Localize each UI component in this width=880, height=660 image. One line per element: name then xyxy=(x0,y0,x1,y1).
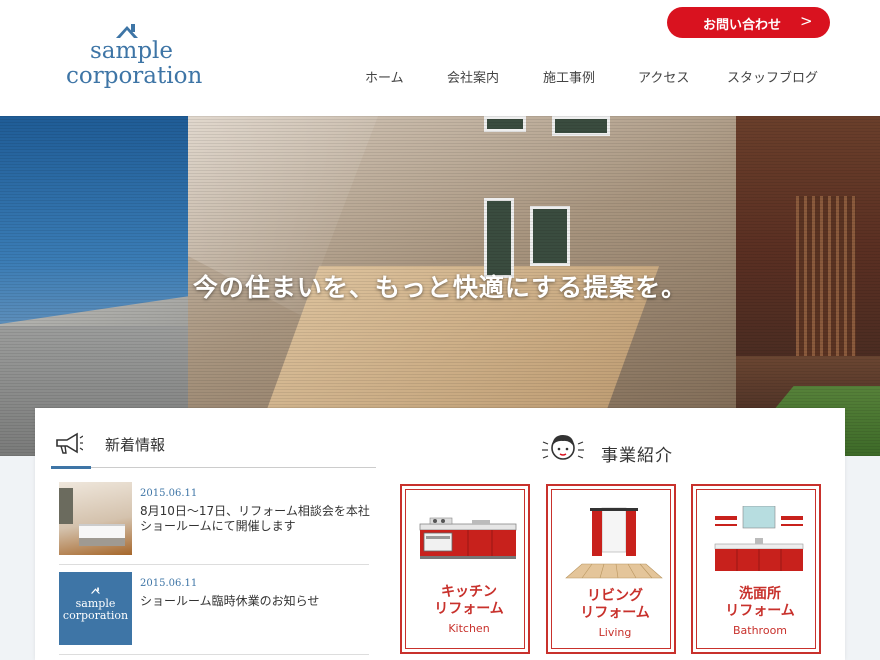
business-card-living[interactable]: リビング リフォーム Living xyxy=(546,484,676,654)
hero-title: 今の住まいを、もっと快適にする提案を。 xyxy=(192,273,688,302)
news-header: 新着情報 xyxy=(51,424,376,469)
business-section-title: 事業紹介 xyxy=(601,446,673,466)
thumbnail-window xyxy=(59,488,73,524)
business-card-bathroom[interactable]: 洗面所 リフォーム Bathroom xyxy=(691,484,821,654)
contact-button[interactable]: お問い合わせ > xyxy=(667,7,830,38)
news-thumbnail-kitchen xyxy=(59,482,132,555)
card-title-line1: キッチン xyxy=(441,584,497,600)
card-subtitle-en: Living xyxy=(598,626,632,639)
news-item[interactable]: 2015.06.11 8月10日〜17日、リフォーム相談会を本社ショールームにて… xyxy=(59,482,372,562)
card-title-line2: リフォーム xyxy=(580,605,650,621)
news-text[interactable]: ショールーム臨時休業のお知らせ xyxy=(140,594,372,609)
contact-button-label: お問い合わせ xyxy=(703,18,782,33)
card-inner-border: 洗面所 リフォーム Bathroom xyxy=(696,489,816,649)
news-header-accent xyxy=(51,466,91,469)
content-card: 新着情報 2015.06.11 8月10日〜17日、リフォーム相談会を本社ショー… xyxy=(35,408,845,660)
kitchen-icon xyxy=(419,517,517,559)
news-item[interactable]: sample corporation 2015.06.11 ショールーム臨時休業… xyxy=(59,572,369,652)
news-divider xyxy=(59,564,369,565)
house-logo-icon xyxy=(90,587,101,594)
card-title-line2: リフォーム xyxy=(725,603,795,619)
staff-face-icon xyxy=(542,435,584,460)
card-subtitle-en: Kitchen xyxy=(448,622,490,635)
logo-text-sample: sample xyxy=(90,38,174,64)
business-header: 事業紹介 xyxy=(541,428,741,468)
megaphone-icon xyxy=(56,432,83,454)
nav-item-access[interactable]: アクセス xyxy=(638,67,689,86)
card-inner-border: リビング リフォーム Living xyxy=(551,489,671,649)
thumbnail-logo-text: corporation xyxy=(62,609,129,622)
news-divider xyxy=(59,654,369,655)
news-date: 2015.06.11 xyxy=(140,578,198,589)
nav-item-company[interactable]: 会社案内 xyxy=(447,67,499,86)
business-card-kitchen[interactable]: キッチン リフォーム Kitchen xyxy=(400,484,530,654)
news-section-title: 新着情報 xyxy=(105,436,166,454)
news-date: 2015.06.11 xyxy=(140,488,198,499)
thumbnail-counter-base xyxy=(79,538,125,546)
news-text[interactable]: 8月10日〜17日、リフォーム相談会を本社ショールームにて開催します xyxy=(140,504,372,534)
nav-item-home[interactable]: ホーム xyxy=(365,67,404,86)
nav-item-works[interactable]: 施工事例 xyxy=(543,67,595,86)
card-title-line1: 洗面所 xyxy=(739,586,781,602)
card-inner-border: キッチン リフォーム Kitchen xyxy=(405,489,525,649)
main-nav: ホーム 会社案内 施工事例 アクセス スタッフブログ xyxy=(0,67,880,87)
card-title-line2: リフォーム xyxy=(434,601,504,617)
thumbnail-counter xyxy=(79,524,125,538)
card-subtitle-en: Bathroom xyxy=(732,624,788,637)
hero-banner: 今の住まいを、もっと快適にする提案を。 xyxy=(0,116,880,456)
bathroom-icon xyxy=(714,506,804,571)
living-icon xyxy=(565,507,663,579)
news-thumbnail-logo: sample corporation xyxy=(59,572,132,645)
site-header: sample corporation お問い合わせ > ホーム 会社案内 施工事… xyxy=(0,0,880,116)
nav-item-staff-blog[interactable]: スタッフブログ xyxy=(727,67,818,86)
card-title-line1: リビング xyxy=(587,588,643,604)
chevron-right-icon: > xyxy=(800,12,813,30)
